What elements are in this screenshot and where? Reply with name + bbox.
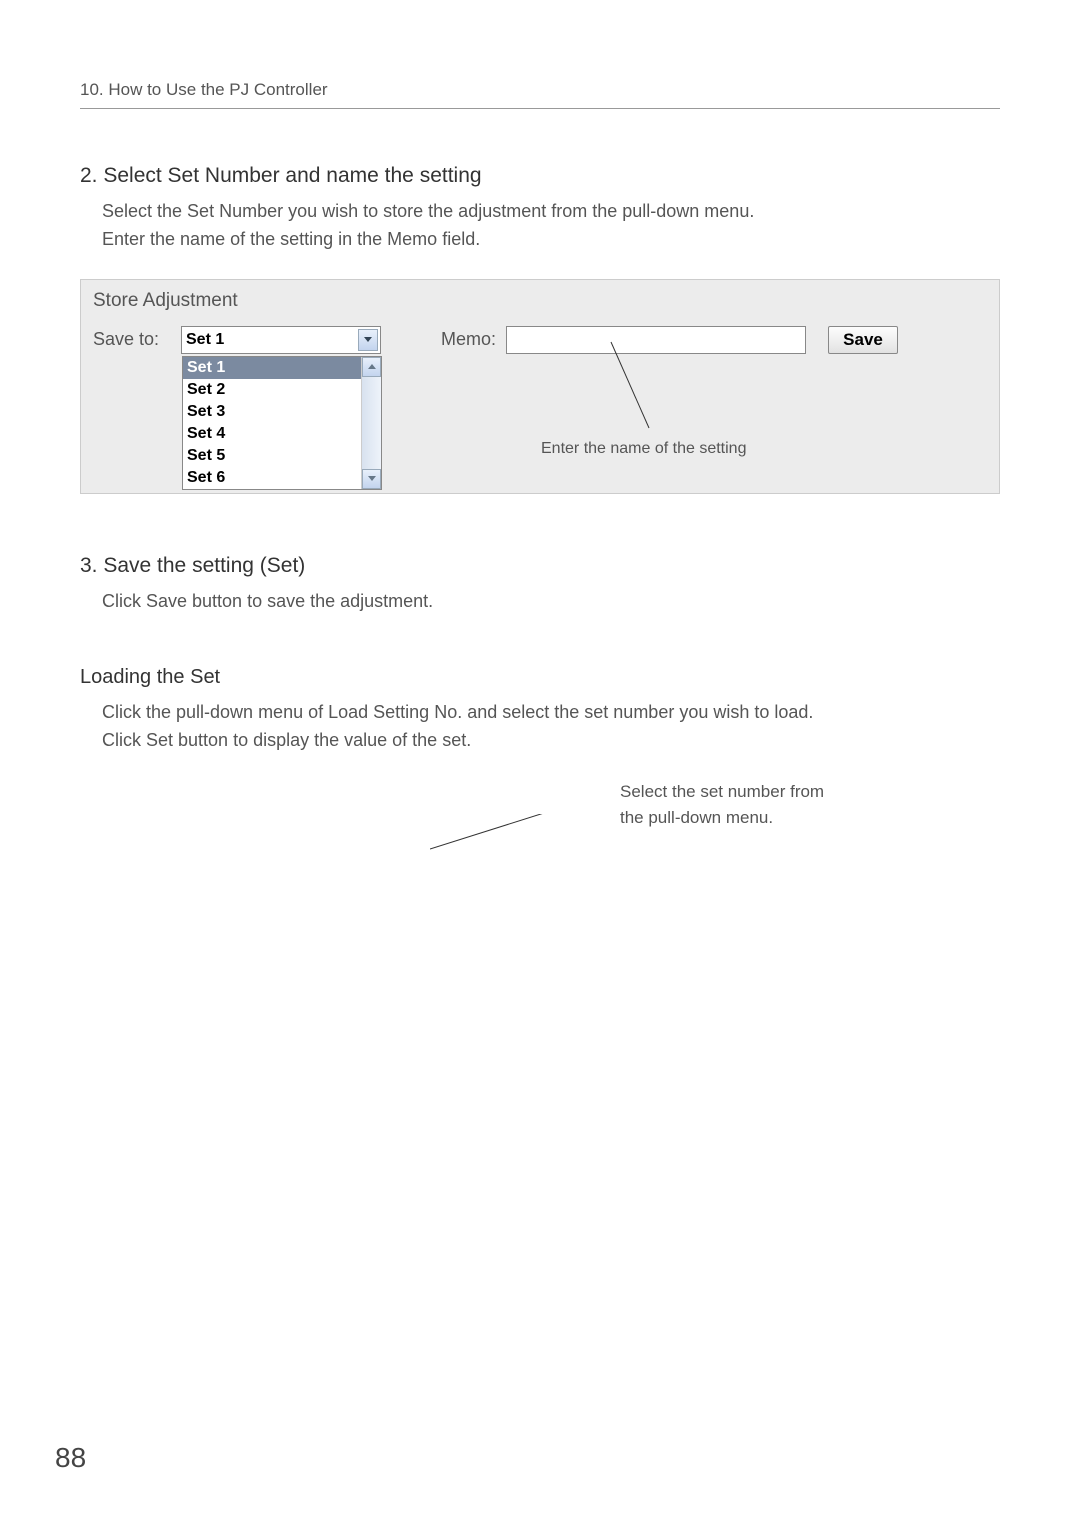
saveto-label: Save to:	[93, 329, 171, 350]
dropdown-option[interactable]: Set 3	[183, 401, 361, 423]
loading-callout-line2: the pull-down menu.	[620, 805, 824, 831]
section3-body: Click Save button to save the adjustment…	[102, 588, 1000, 616]
store-panel-title: Store Adjustment	[93, 290, 987, 312]
scroll-down-icon[interactable]	[362, 469, 381, 489]
scroll-track[interactable]	[362, 377, 381, 469]
dropdown-option[interactable]: Set 1	[183, 357, 361, 379]
saveto-selected: Set 1	[186, 331, 224, 349]
store-adjustment-panel: Store Adjustment Save to: Set 1 Memo: Sa…	[80, 279, 1000, 494]
loading-title: Loading the Set	[80, 666, 1000, 689]
dropdown-scrollbar[interactable]	[361, 357, 381, 489]
page-number: 88	[55, 1442, 86, 1474]
saveto-dropdown-list[interactable]: Set 1 Set 2 Set 3 Set 4 Set 5 Set 6	[182, 356, 382, 490]
scroll-up-icon[interactable]	[362, 357, 381, 377]
loading-callout-line1: Select the set number from	[620, 779, 824, 805]
memo-label: Memo:	[441, 329, 496, 350]
section3-title: 3. Save the setting (Set)	[80, 554, 1000, 578]
save-button[interactable]: Save	[828, 326, 898, 354]
section2-body-line1: Select the Set Number you wish to store …	[102, 198, 1000, 226]
loading-body-line1: Click the pull-down menu of Load Setting…	[102, 699, 1000, 727]
memo-callout-text: Enter the name of the setting	[541, 440, 746, 458]
loading-body-line2: Click Set button to display the value of…	[102, 727, 1000, 755]
saveto-dropdown[interactable]: Set 1	[181, 326, 381, 354]
dropdown-option[interactable]: Set 6	[183, 467, 361, 489]
chapter-header: 10. How to Use the PJ Controller	[80, 80, 1000, 109]
dropdown-arrow-icon[interactable]	[358, 329, 378, 351]
section2-body-line2: Enter the name of the setting in the Mem…	[102, 226, 1000, 254]
dropdown-option[interactable]: Set 5	[183, 445, 361, 467]
dropdown-option[interactable]: Set 4	[183, 423, 361, 445]
section2-title: 2. Select Set Number and name the settin…	[80, 164, 1000, 188]
dropdown-option[interactable]: Set 2	[183, 379, 361, 401]
